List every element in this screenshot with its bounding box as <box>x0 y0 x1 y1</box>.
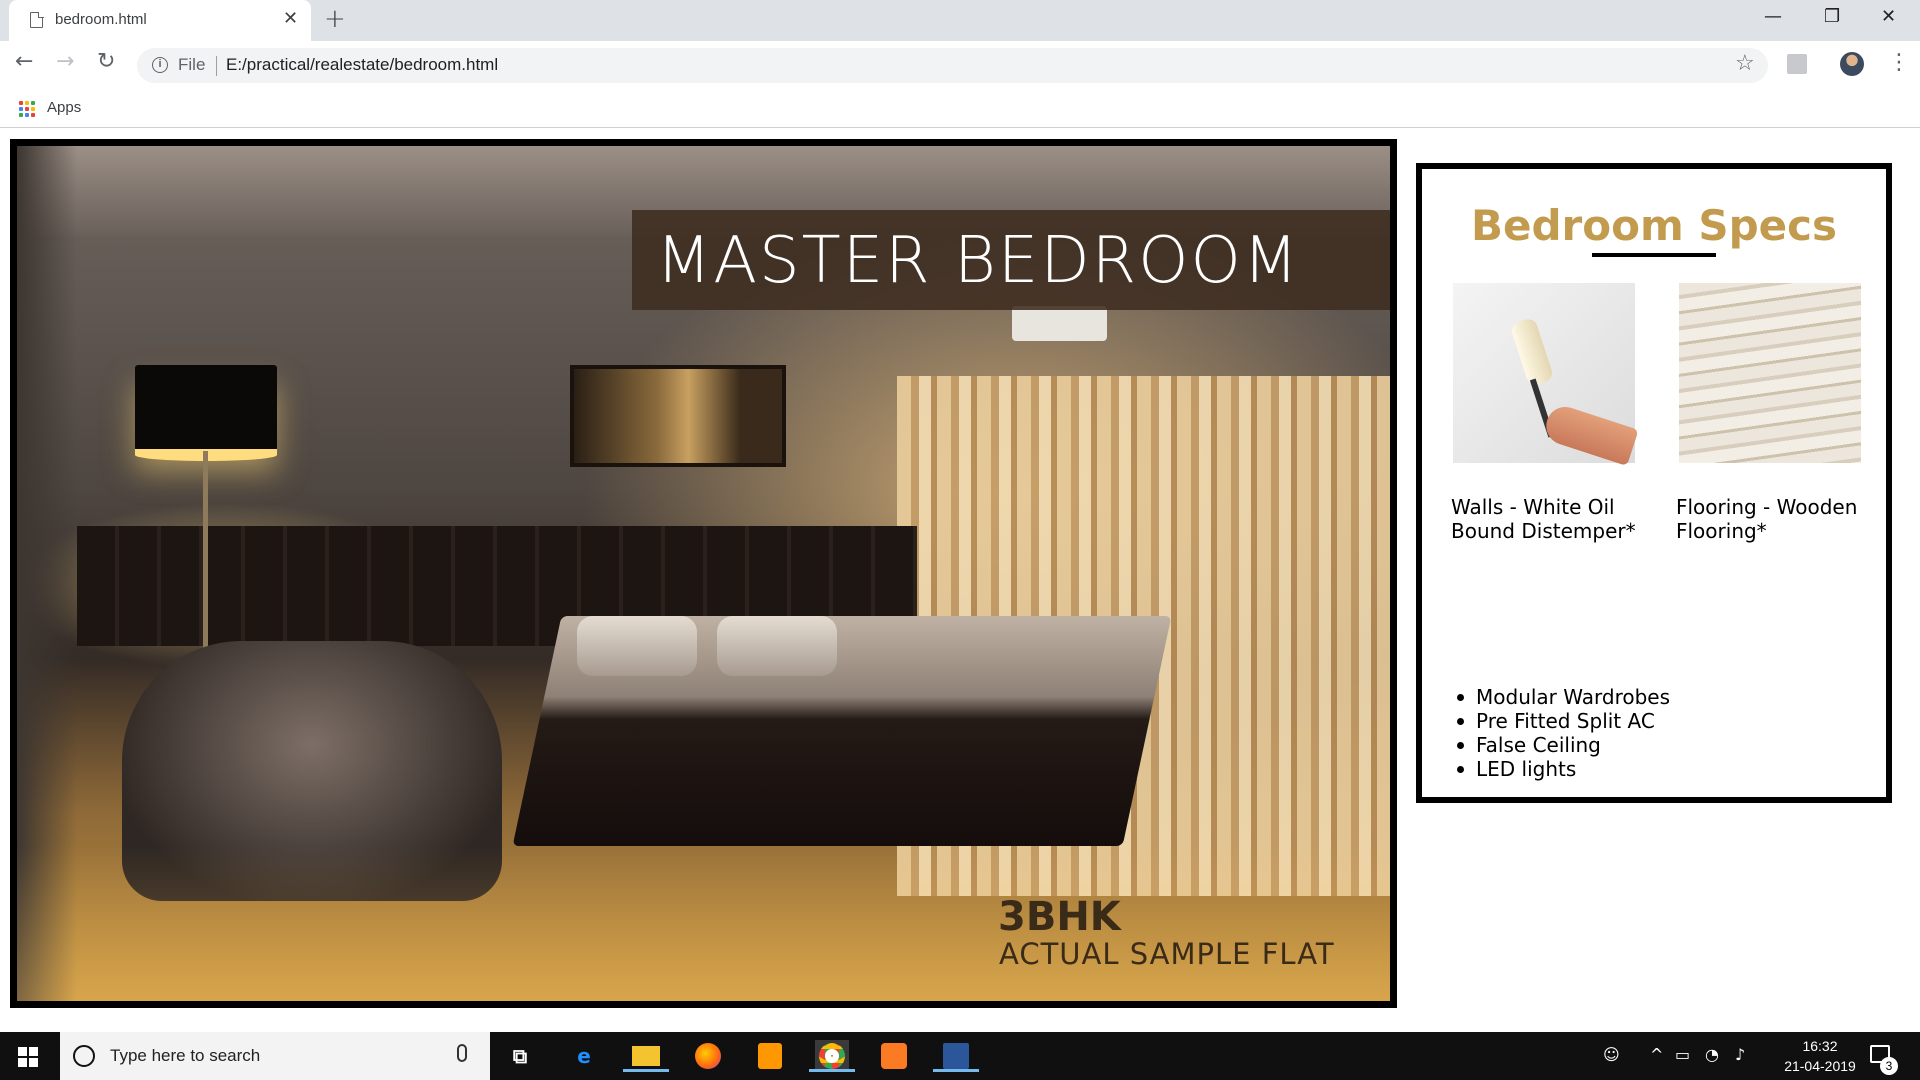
battery-icon[interactable]: ▭ <box>1675 1045 1690 1064</box>
apps-link[interactable]: Apps <box>47 99 81 116</box>
paint-roller-icon <box>1509 316 1555 388</box>
people-icon[interactable]: ☺ <box>1603 1045 1620 1064</box>
floor-lamp <box>135 365 277 461</box>
apps-grid-icon[interactable] <box>19 101 35 117</box>
pillow <box>577 616 697 676</box>
sublime-text-icon[interactable] <box>753 1040 787 1072</box>
profile-avatar[interactable] <box>1840 52 1864 76</box>
walls-caption: Walls - White Oil Bound Distemper* <box>1451 495 1636 543</box>
reload-button[interactable]: ↻ <box>97 49 115 74</box>
list-item: Pre Fitted Split AC <box>1451 709 1851 733</box>
list-item: Modular Wardrobes <box>1451 685 1851 709</box>
clock-date: 21-04-2019 <box>1784 1058 1856 1074</box>
restore-button[interactable]: ❐ <box>1824 6 1840 27</box>
flooring-image <box>1679 283 1861 463</box>
flat-type: 3BHK <box>998 894 1121 940</box>
info-icon[interactable]: i <box>152 57 168 73</box>
chevron-up-icon[interactable]: ^ <box>1650 1045 1663 1064</box>
search-placeholder: Type here to search <box>110 1046 261 1065</box>
bookmark-star-icon[interactable]: ☆ <box>1735 51 1755 76</box>
url-scheme: File <box>178 55 206 74</box>
title-banner: MASTER BEDROOM <box>632 210 1390 310</box>
firefox-icon[interactable] <box>691 1040 725 1072</box>
start-button[interactable] <box>18 1047 38 1067</box>
bedroom-specs-panel: Bedroom Specs Walls - White Oil Bound Di… <box>1416 163 1892 803</box>
clock-time: 16:32 <box>1802 1038 1838 1054</box>
system-clock[interactable]: 16:32 21-04-2019 <box>1770 1036 1870 1076</box>
ac-unit <box>1012 306 1107 341</box>
minimize-button[interactable]: — <box>1764 6 1782 27</box>
features-list: Modular Wardrobes Pre Fitted Split AC Fa… <box>1451 685 1851 781</box>
xampp-icon[interactable] <box>877 1040 911 1072</box>
chrome-icon[interactable] <box>809 1040 855 1072</box>
flat-description: ACTUAL SAMPLE FLAT <box>999 937 1335 971</box>
title-underline <box>1592 253 1716 257</box>
close-window-button[interactable]: ✕ <box>1881 6 1896 27</box>
tab-close-icon[interactable]: ✕ <box>283 8 298 29</box>
specs-title: Bedroom Specs <box>1470 201 1838 250</box>
url-separator <box>216 56 217 76</box>
new-tab-button[interactable]: + <box>324 4 346 34</box>
task-view-icon[interactable]: ⧉ <box>503 1040 537 1072</box>
bookmarks-bar: Apps <box>0 88 1920 128</box>
flooring-caption: Flooring - Wooden Flooring* <box>1676 495 1858 543</box>
tab-bedroom[interactable]: bedroom.html ✕ <box>9 0 311 41</box>
volume-icon[interactable]: ♪ <box>1735 1045 1745 1064</box>
microphone-icon[interactable] <box>457 1044 467 1062</box>
walls-image <box>1453 283 1639 466</box>
word-icon[interactable] <box>933 1040 979 1072</box>
file-icon <box>30 11 44 28</box>
edge-icon[interactable]: e <box>567 1040 601 1072</box>
file-explorer-icon[interactable] <box>623 1040 669 1072</box>
taskbar-search[interactable]: Type here to search <box>60 1032 490 1080</box>
forward-button[interactable]: → <box>56 49 74 74</box>
list-item: LED lights <box>1451 757 1851 781</box>
pillow <box>717 616 837 676</box>
hand <box>1541 402 1639 466</box>
extension-icon[interactable] <box>1787 54 1807 74</box>
wifi-icon[interactable]: ◔ <box>1705 1045 1719 1064</box>
wooden-floor <box>17 846 1390 1001</box>
browser-toolbar: ← → ↻ i File E:/practical/realestate/bed… <box>0 41 1920 88</box>
back-button[interactable]: ← <box>15 49 33 74</box>
address-bar[interactable]: i File E:/practical/realestate/bedroom.h… <box>137 48 1768 83</box>
bedroom-hero-image: MASTER BEDROOM 3BHK ACTUAL SAMPLE FLAT <box>10 139 1397 1008</box>
url-text[interactable]: E:/practical/realestate/bedroom.html <box>226 55 498 75</box>
tab-title: bedroom.html <box>55 11 147 28</box>
wall-painting <box>570 365 786 467</box>
banner-title: MASTER BEDROOM <box>656 224 1301 298</box>
cortana-icon <box>73 1045 95 1067</box>
notification-count: 3 <box>1880 1057 1898 1075</box>
windows-taskbar: Type here to search ⧉ e ☺ ^ ▭ ◔ ♪ 16:32 … <box>0 1032 1920 1080</box>
tab-strip: bedroom.html ✕ + — ❐ ✕ <box>0 0 1920 41</box>
list-item: False Ceiling <box>1451 733 1851 757</box>
menu-icon[interactable]: ⋮ <box>1888 50 1910 75</box>
